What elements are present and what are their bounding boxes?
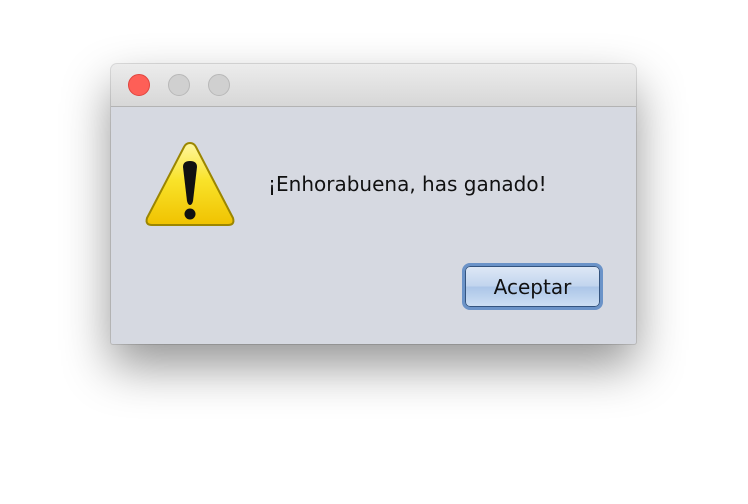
desktop-background: ¡Enhorabuena, has ganado! Aceptar <box>0 0 748 504</box>
warning-icon <box>145 141 235 226</box>
dialog-message: ¡Enhorabuena, has ganado! <box>268 172 547 196</box>
zoom-window-button[interactable] <box>208 74 230 96</box>
title-bar <box>111 64 636 107</box>
alert-dialog: ¡Enhorabuena, has ganado! Aceptar <box>111 64 636 344</box>
accept-button[interactable]: Aceptar <box>462 263 603 310</box>
close-window-button[interactable] <box>128 74 150 96</box>
minimize-window-button[interactable] <box>168 74 190 96</box>
